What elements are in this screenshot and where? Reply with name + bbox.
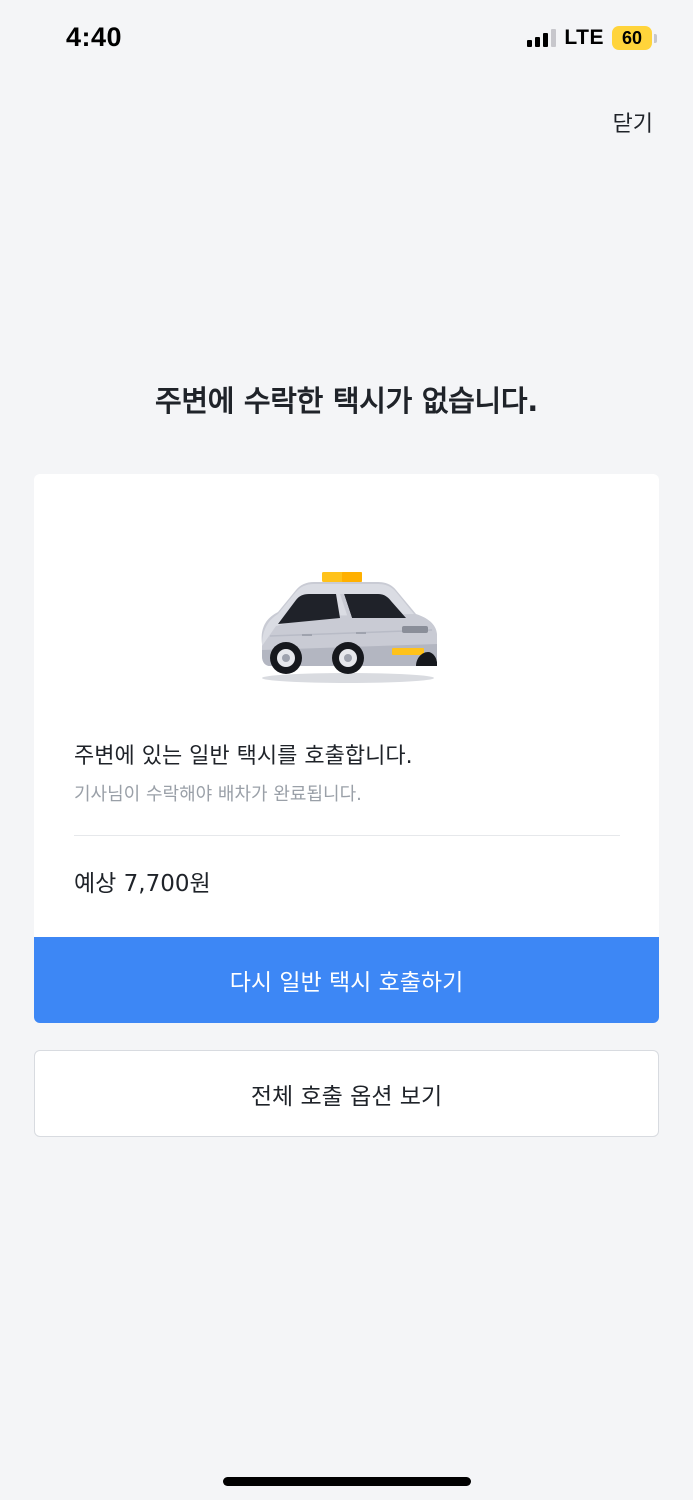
page-title: 주변에 수락한 택시가 없습니다. xyxy=(154,384,539,418)
status-indicators: LTE 60 xyxy=(527,26,657,50)
network-type: LTE xyxy=(564,26,604,49)
taxi-icon xyxy=(261,572,437,683)
status-bar: 4:40 LTE 60 xyxy=(0,0,693,76)
recall-taxi-button[interactable]: 다시 일반 택시 호출하기 xyxy=(34,937,659,1023)
call-subdescription: 기사님이 수락해야 배차가 완료됩니다. xyxy=(74,784,362,805)
view-all-options-button[interactable]: 전체 호출 옵션 보기 xyxy=(34,1050,659,1137)
divider xyxy=(74,835,620,836)
call-description: 주변에 있는 일반 택시를 호출합니다. xyxy=(74,744,413,769)
estimated-fare: 예상 7,700원 xyxy=(74,871,211,897)
battery-level: 60 xyxy=(612,26,652,50)
cellular-signal-icon xyxy=(527,29,557,47)
screen: 4:40 LTE 60 닫기 주변에 수락한 택시가 없습니다. 주변에 있는 … xyxy=(0,0,693,1500)
battery-icon: 60 xyxy=(612,26,657,50)
status-time: 4:40 xyxy=(66,22,123,52)
close-button[interactable]: 닫기 xyxy=(613,106,653,138)
taxi-option-card: 주변에 있는 일반 택시를 호출합니다. 기사님이 수락해야 배차가 완료됩니다… xyxy=(34,474,659,1023)
home-indicator[interactable] xyxy=(223,1477,471,1486)
